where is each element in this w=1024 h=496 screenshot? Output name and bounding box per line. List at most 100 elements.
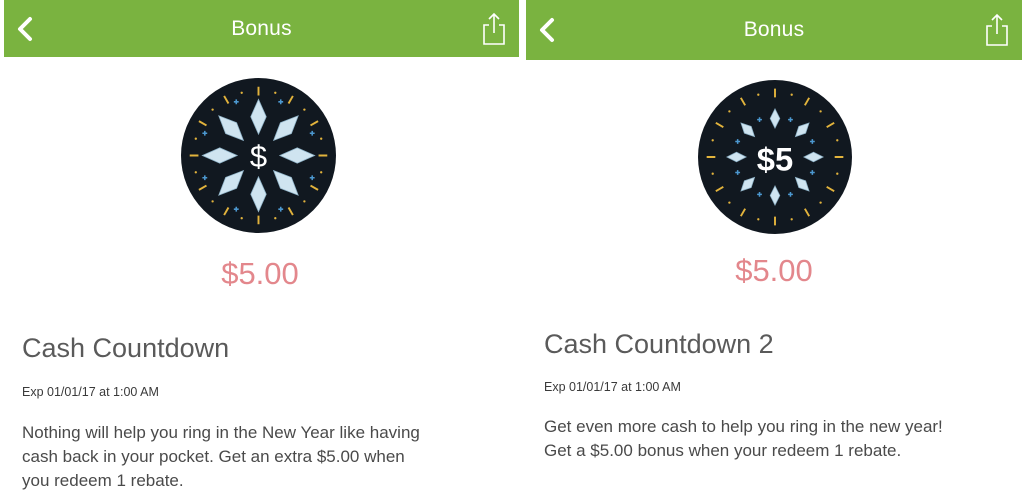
badge-dot [819,110,822,113]
bonus-screen-2: Bonus $5 $5.00 Cash Countdown 2 Exp 01/0… [524,0,1024,496]
badge-ray [794,176,810,192]
nav-title: Bonus [743,18,805,41]
badge-ray [201,147,239,164]
badge-dash [310,120,319,127]
bonus-amount: $5.00 [221,256,299,291]
badge-dot [728,110,731,113]
description-line: cash back in your pocket. Get an extra $… [22,447,405,466]
badge-ray [250,98,267,136]
badge-ray [218,115,245,142]
badge-ray [272,169,299,196]
share-button[interactable] [984,13,1010,47]
badge-ray [278,147,316,164]
badge-ray [272,115,299,142]
badge-dash [198,184,207,191]
badge-cross [233,99,239,105]
badge-cross [202,175,208,181]
description-line: you redeem 1 rebate. [22,471,184,490]
badge-cross [278,206,284,212]
badge-dot [240,91,243,94]
badge-label: $ [250,139,267,174]
badge-dot [303,108,306,111]
badge-dot [240,217,243,220]
badge-ray [218,169,245,196]
bonus-amount: $5.00 [735,253,813,288]
badge-dot [320,137,323,140]
badge-dot [211,200,214,203]
badge-dot [711,139,714,142]
badge-ray [250,175,267,213]
badge-dash [739,208,746,217]
share-icon [986,13,1008,46]
share-icon [483,12,505,45]
badge-dash [804,208,811,217]
badge-dot [274,217,277,220]
bonus-title: Cash Countdown 2 [544,329,774,359]
bonus-badge: $5 [698,80,852,234]
badge-cross [788,191,793,197]
badge-dash [739,97,746,106]
badge-dash [287,95,294,104]
badge-ray [803,151,824,163]
badge-cross [233,206,239,212]
badge-dash [715,186,724,193]
badge-ray [769,185,781,206]
badge-cross [309,175,315,181]
badge-dot [274,91,277,94]
screenshot-pair: Bonus $ $5.00 Cash Countdown Exp 01/01/1… [0,0,1024,496]
badge-ray [726,151,747,163]
description-line: Get even more cash to help you ring in t… [544,417,943,436]
bonus-description: Get even more cash to help you ring in t… [544,415,1014,463]
starburst-icon: $ [189,86,328,225]
badge-cross [735,139,741,144]
description-line: Nothing will help you ring in the New Ye… [22,423,420,442]
badge-dot [819,201,822,204]
badge-dash [287,207,294,216]
nav-title: Bonus [231,16,292,40]
bonus-screen-1: Bonus $ $5.00 Cash Countdown Exp 01/01/1… [0,0,520,496]
badge-dot [211,108,214,111]
badge-dot [790,218,793,221]
badge-dot [194,137,197,140]
badge-ray [740,122,756,138]
badge-cross [809,139,815,144]
share-button[interactable] [481,12,507,46]
description-line: Get a $5.00 bonus when your redeem 1 reb… [544,441,902,460]
starburst-icon: $5 [706,88,844,226]
badge-dot [757,93,760,96]
top-nav-bar: Bonus [526,0,1022,60]
bonus-title: Cash Countdown [22,333,230,363]
badge-dot [728,201,731,204]
badge-cross [278,99,284,105]
badge-dot [320,171,323,174]
badge-dot [836,172,839,175]
badge-ray [769,108,781,129]
badge-cross [202,130,208,136]
badge-dash [826,186,835,193]
badge-dot [194,171,197,174]
top-nav-bar: Bonus [4,0,519,57]
badge-dash [715,121,724,128]
badge-dash [223,207,230,216]
badge-dot [790,93,793,96]
badge-ray [794,122,810,138]
badge-cross [757,191,762,197]
badge-dash [804,97,811,106]
bonus-description: Nothing will help you ring in the New Ye… [22,421,502,493]
expiry-date: Exp 01/01/17 at 1:00 AM [544,380,681,394]
badge-cross [809,170,815,175]
badge-dot [757,218,760,221]
badge-cross [309,130,315,136]
badge-dot [711,172,714,175]
badge-dash [198,120,207,127]
expiry-date: Exp 01/01/17 at 1:00 AM [22,385,159,399]
bonus-badge: $ [181,78,336,233]
badge-cross [788,117,793,123]
badge-dot [303,200,306,203]
badge-label: $5 [757,140,793,177]
badge-cross [735,170,741,175]
badge-dash [826,121,835,128]
badge-cross [757,117,762,123]
badge-ray [740,176,756,192]
badge-dash [310,184,319,191]
